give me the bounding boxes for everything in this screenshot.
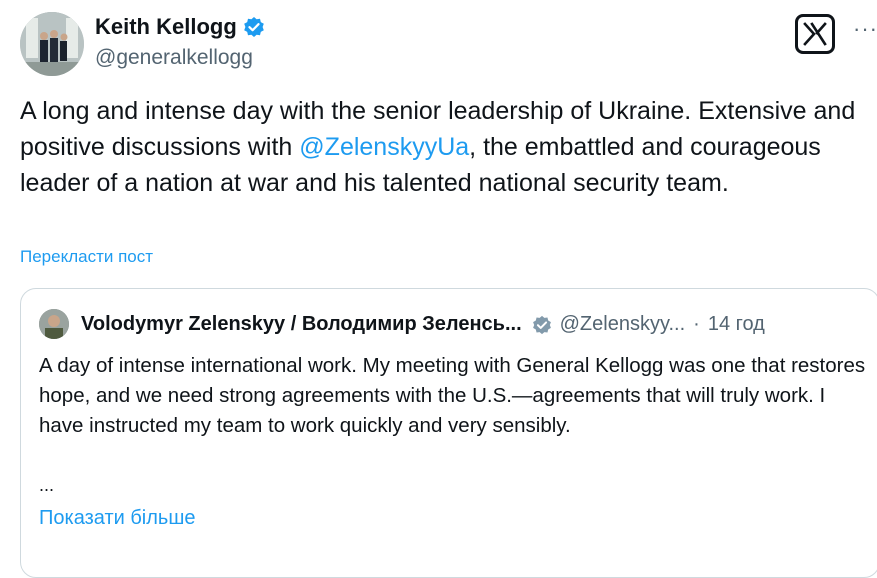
quoted-post[interactable]: Volodymyr Zelenskyy / Володимир Зеленсь.… (20, 288, 877, 578)
x-glyph-icon (803, 22, 827, 46)
verified-badge-icon (243, 17, 264, 37)
x-logo-icon[interactable] (795, 14, 835, 54)
author-name-row: Keith Kellogg (95, 14, 265, 40)
post-timestamp[interactable]: 14 год (708, 313, 765, 336)
author-handle[interactable]: @generalkellogg (95, 46, 253, 70)
quoted-avatar-photo (39, 309, 69, 339)
quoted-author-handle[interactable]: @Zelenskyy... (560, 313, 686, 336)
author-name[interactable]: Keith Kellogg (95, 14, 237, 40)
verified-badge-icon (532, 315, 551, 334)
more-options-icon[interactable]: ··· (853, 16, 877, 42)
post-text: A long and intense day with the senior l… (20, 93, 870, 201)
quoted-author-name[interactable]: Volodymyr Zelenskyy / Володимир Зеленсь.… (81, 313, 522, 336)
author-avatar[interactable] (20, 12, 84, 76)
translate-post-link[interactable]: Перекласти пост (20, 247, 153, 267)
avatar-photo (20, 12, 84, 76)
separator-dot: · (693, 313, 700, 335)
quoted-text-ellipsis: ... (39, 475, 55, 495)
show-more-link[interactable]: Показати більше (39, 507, 195, 530)
quoted-post-header: Volodymyr Zelenskyy / Володимир Зеленсь.… (81, 313, 765, 336)
quoted-author-avatar[interactable] (39, 309, 69, 339)
quoted-post-text: A day of intense international work. My … (39, 354, 866, 437)
mention-link[interactable]: @ZelenskyyUa (299, 133, 469, 161)
